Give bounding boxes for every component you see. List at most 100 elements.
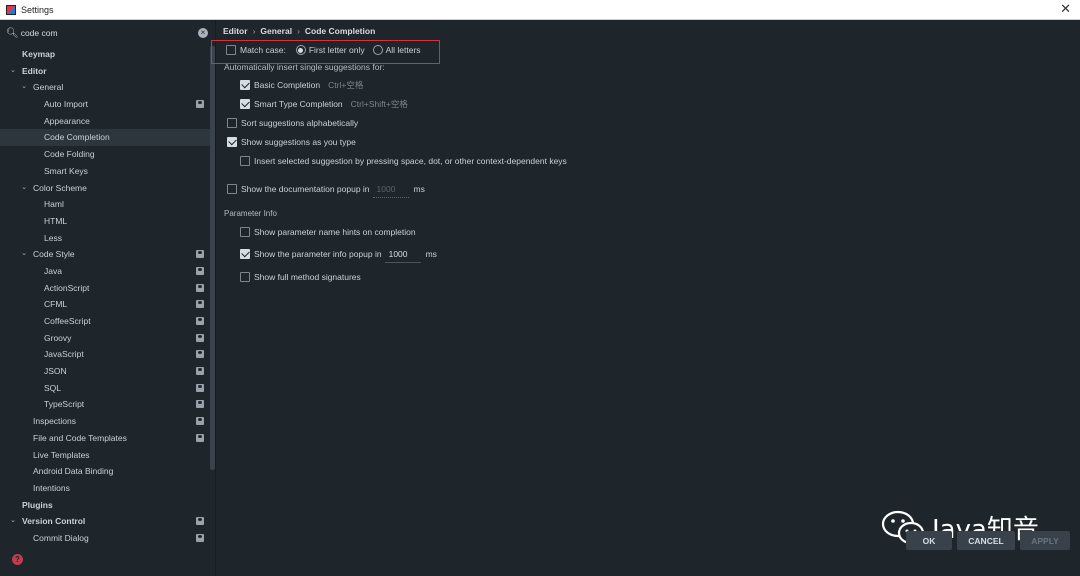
sidebar-item[interactable]: ⌄ Code Style bbox=[0, 246, 210, 263]
sidebar-item[interactable]: CFML bbox=[0, 296, 210, 313]
sidebar-item[interactable]: Plugins bbox=[0, 497, 210, 514]
project-scope-icon bbox=[196, 283, 204, 292]
doc-popup-label: Show the documentation popup in bbox=[241, 184, 370, 194]
cancel-button[interactable]: CANCEL bbox=[957, 531, 1015, 550]
sidebar-item-label: JSON bbox=[44, 366, 67, 377]
chevron-down-icon[interactable]: ⌄ bbox=[20, 79, 28, 96]
project-scope-icon bbox=[196, 100, 204, 109]
sidebar-item[interactable]: SQL bbox=[0, 380, 210, 397]
sidebar-item[interactable]: CoffeeScript bbox=[0, 313, 210, 330]
breadcrumb-separator: › bbox=[297, 26, 300, 36]
sidebar-item[interactable]: Java bbox=[0, 263, 210, 280]
sidebar-item[interactable]: Inspections bbox=[0, 413, 210, 430]
clear-search-icon[interactable]: × bbox=[198, 28, 208, 38]
search-input[interactable] bbox=[20, 28, 191, 38]
sort-alpha-row: Sort suggestions alphabetically bbox=[227, 118, 358, 128]
settings-sidebar: 🔍︎ × Keymap ⌄ Editor ⌄ General Auto Import App… bbox=[0, 20, 216, 576]
sidebar-item[interactable]: Smart Keys bbox=[0, 163, 210, 180]
sidebar-item[interactable]: Haml bbox=[0, 196, 210, 213]
project-scope-icon bbox=[196, 533, 204, 542]
settings-tree: Keymap ⌄ Editor ⌄ General Auto Import Appearan… bbox=[0, 46, 210, 547]
sidebar-item[interactable]: TypeScript bbox=[0, 396, 210, 413]
match-case-checkbox[interactable] bbox=[226, 45, 236, 55]
param-hints-checkbox[interactable] bbox=[240, 227, 250, 237]
project-scope-icon bbox=[196, 266, 204, 275]
full-signatures-label: Show full method signatures bbox=[254, 272, 361, 282]
sidebar-item[interactable]: Live Templates bbox=[0, 447, 210, 464]
ok-button[interactable]: OK bbox=[906, 531, 952, 550]
smart-type-completion-row: Smart Type Completion Ctrl+Shift+空格 bbox=[240, 98, 408, 110]
sidebar-item[interactable]: Code Completion bbox=[0, 129, 210, 147]
param-popup-delay-input[interactable] bbox=[384, 245, 421, 263]
sidebar-item[interactable]: JSON bbox=[0, 363, 210, 380]
sidebar-item-label: File and Code Templates bbox=[33, 432, 127, 443]
sidebar-item-label: Less bbox=[44, 232, 62, 243]
chevron-down-icon[interactable]: ⌄ bbox=[20, 246, 28, 263]
project-scope-icon bbox=[196, 400, 204, 409]
project-scope-icon bbox=[196, 317, 204, 325]
breadcrumb-item: General bbox=[260, 26, 293, 36]
sidebar-item[interactable]: ⌄ Color Scheme bbox=[0, 180, 210, 197]
sidebar-item-label: Android Data Binding bbox=[33, 466, 114, 477]
full-signatures-checkbox[interactable] bbox=[240, 272, 250, 282]
insert-selected-label: Insert selected suggestion by pressing s… bbox=[254, 156, 567, 166]
sidebar-item[interactable]: Less bbox=[0, 230, 210, 247]
apply-button[interactable]: APPLY bbox=[1020, 531, 1070, 550]
param-popup-checkbox[interactable] bbox=[240, 249, 250, 259]
basic-completion-shortcut: Ctrl+空格 bbox=[328, 80, 364, 90]
basic-completion-checkbox[interactable] bbox=[240, 80, 250, 90]
window-title: Settings bbox=[21, 4, 54, 15]
sidebar-item-label: ActionScript bbox=[44, 282, 90, 293]
all-letters-label: All letters bbox=[385, 45, 421, 55]
first-letter-only-radio[interactable] bbox=[295, 45, 306, 55]
sidebar-item-label: CoffeeScript bbox=[44, 316, 91, 326]
intellij-app-icon bbox=[6, 4, 16, 15]
sidebar-item-label: Editor bbox=[22, 65, 47, 76]
sidebar-item[interactable]: Code Folding bbox=[0, 146, 210, 163]
sidebar-item[interactable]: Appearance bbox=[0, 113, 210, 130]
sidebar-scrollbar[interactable] bbox=[210, 46, 215, 470]
sidebar-item[interactable]: ActionScript bbox=[0, 280, 210, 297]
doc-popup-delay-input[interactable] bbox=[372, 180, 409, 198]
breadcrumb: Editor › General › Code Completion bbox=[223, 26, 375, 36]
chevron-down-icon[interactable]: ⌄ bbox=[9, 513, 17, 530]
sidebar-item[interactable]: HTML bbox=[0, 213, 210, 230]
sidebar-item[interactable]: JavaScript bbox=[0, 346, 210, 363]
project-scope-icon bbox=[196, 517, 204, 526]
all-letters-radio[interactable] bbox=[372, 45, 383, 55]
sidebar-item[interactable]: ⌄ General bbox=[0, 79, 210, 96]
sort-alphabetically-checkbox[interactable] bbox=[227, 118, 237, 128]
sidebar-item[interactable]: Android Data Binding bbox=[0, 463, 210, 480]
sidebar-item-label: HTML bbox=[44, 215, 68, 226]
sidebar-item[interactable]: Auto Import bbox=[0, 96, 210, 113]
sidebar-item-label: Version Control bbox=[22, 516, 86, 527]
show-as-you-type-row: Show suggestions as you type bbox=[227, 137, 356, 147]
smart-type-completion-checkbox[interactable] bbox=[240, 99, 250, 109]
chevron-down-icon[interactable]: ⌄ bbox=[9, 63, 17, 80]
sidebar-item[interactable]: Commit Dialog bbox=[0, 530, 210, 547]
full-signatures-row: Show full method signatures bbox=[240, 272, 361, 282]
sidebar-item[interactable]: ⌄ Version Control bbox=[0, 513, 210, 530]
sidebar-item-label: TypeScript bbox=[44, 399, 85, 410]
show-as-you-type-checkbox[interactable] bbox=[227, 137, 237, 147]
insert-selected-checkbox[interactable] bbox=[240, 156, 250, 166]
sidebar-item-label: CFML bbox=[44, 299, 68, 310]
sidebar-item-label: Plugins bbox=[22, 499, 53, 510]
sidebar-item-label: Groovy bbox=[44, 332, 72, 343]
settings-search: 🔍︎ × bbox=[0, 24, 214, 42]
sidebar-item-label: Intentions bbox=[33, 482, 70, 493]
project-scope-icon bbox=[196, 367, 204, 376]
sidebar-item[interactable]: Groovy bbox=[0, 330, 210, 347]
project-scope-icon bbox=[196, 433, 204, 442]
sidebar-item-label: Smart Keys bbox=[44, 165, 88, 176]
param-hints-row: Show parameter name hints on completion bbox=[240, 227, 416, 237]
sidebar-item[interactable]: ⌄ Editor bbox=[0, 63, 210, 80]
sidebar-item[interactable]: Intentions bbox=[0, 480, 210, 497]
sidebar-item[interactable]: File and Code Templates bbox=[0, 430, 210, 447]
help-icon[interactable]: ? bbox=[12, 554, 23, 565]
sidebar-item-label: SQL bbox=[44, 382, 62, 393]
chevron-down-icon[interactable]: ⌄ bbox=[20, 180, 28, 197]
sidebar-item[interactable]: Keymap bbox=[0, 46, 210, 63]
doc-popup-checkbox[interactable] bbox=[227, 184, 237, 194]
close-icon[interactable]: ✕ bbox=[1060, 2, 1071, 16]
